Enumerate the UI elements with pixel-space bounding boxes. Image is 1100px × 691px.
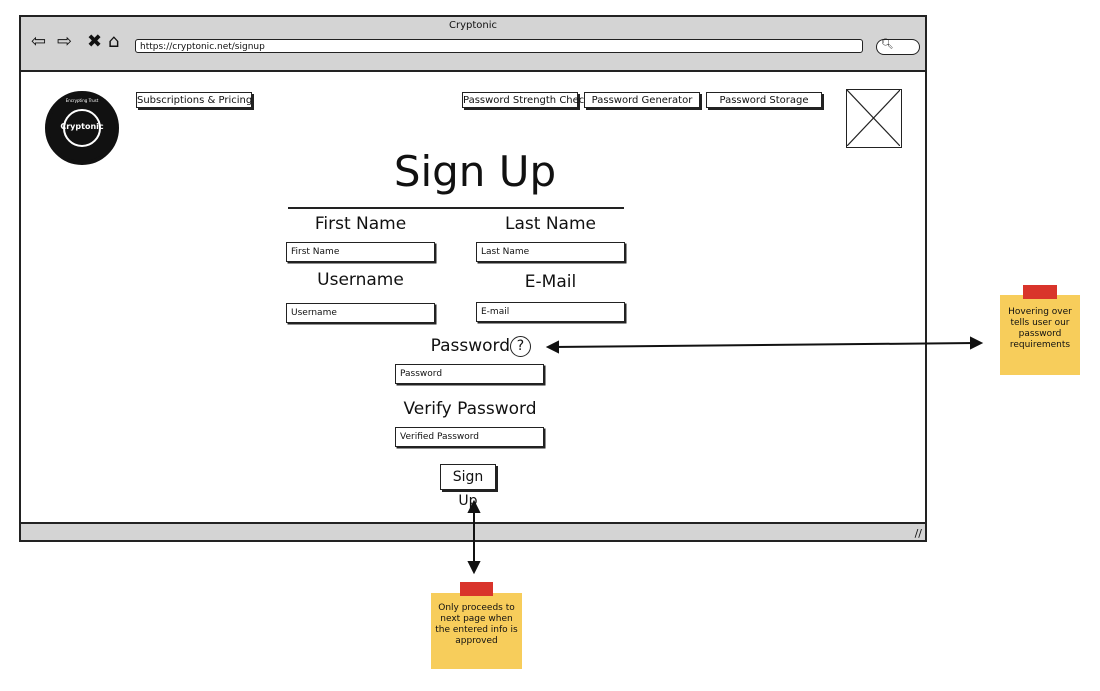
- password-help-arrow: [551, 342, 977, 348]
- sticky-tape: [1023, 285, 1057, 299]
- arrow-head-left: [545, 340, 559, 354]
- arrow-head-up: [467, 499, 481, 513]
- annotation-arrows: [467, 336, 984, 575]
- arrow-head-down: [467, 561, 481, 575]
- sticky-note-password-help-text: Hovering over tells user our password re…: [1008, 307, 1072, 350]
- sticky-note-password-help: Hovering over tells user our password re…: [1000, 285, 1080, 375]
- sticky-tape: [460, 582, 493, 596]
- sticky-note-signup-text: Only proceeds to next page when the ente…: [435, 603, 518, 646]
- sticky-note-signup: Only proceeds to next page when the ente…: [431, 582, 522, 669]
- arrow-head-right: [970, 336, 984, 350]
